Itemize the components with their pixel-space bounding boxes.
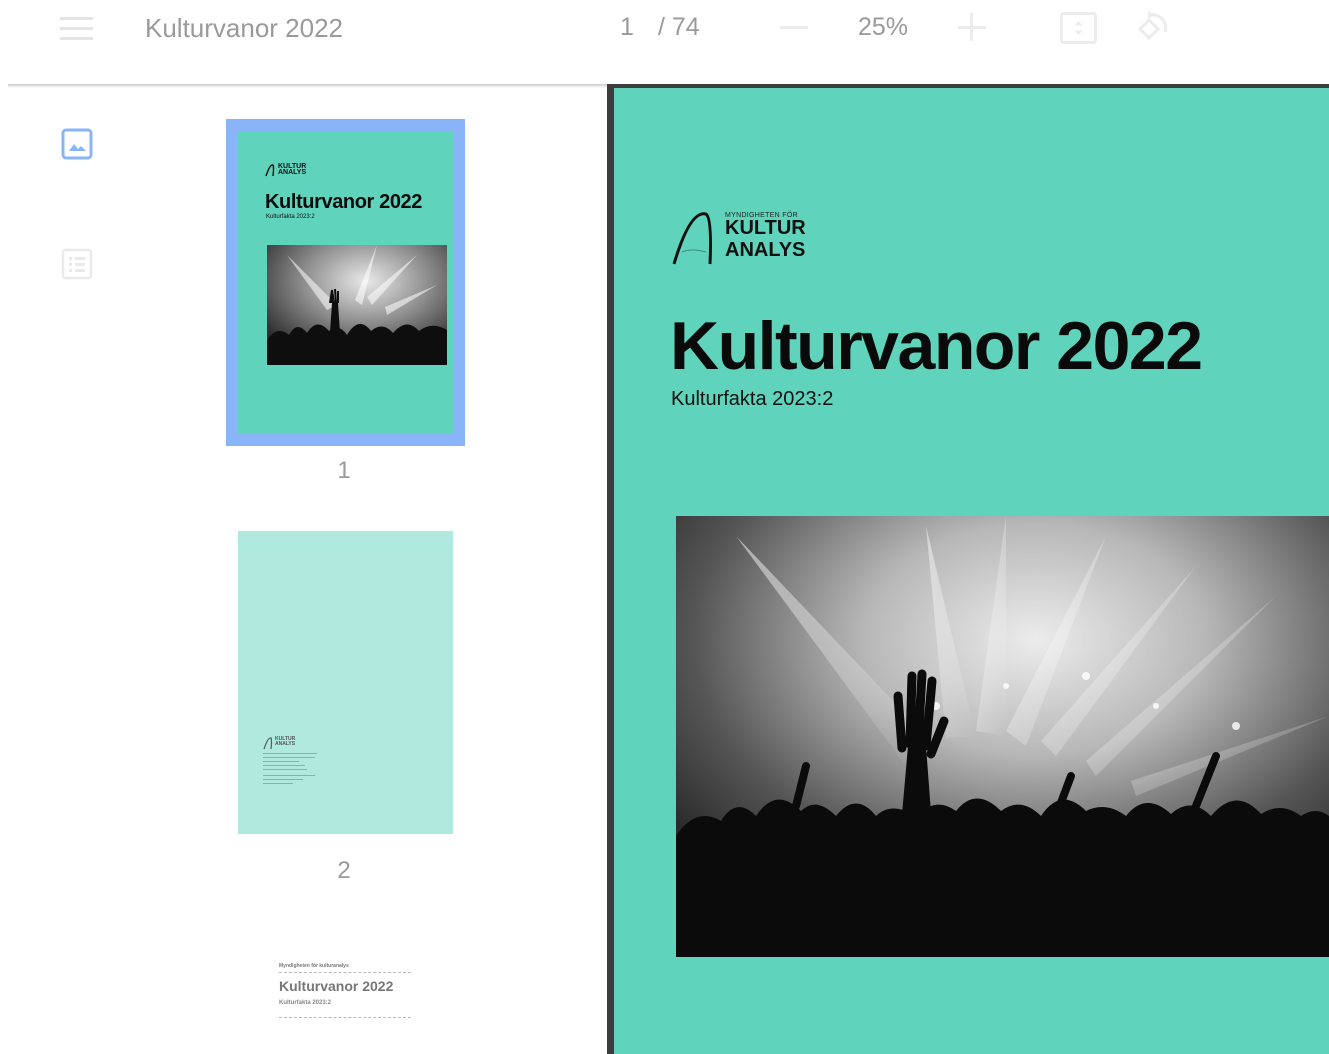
page-thumbnail-2[interactable]: KULTUR ANALYS <box>238 531 453 834</box>
cover-title: Kulturvanor 2022 <box>670 308 1203 384</box>
thumbnail-2-logo-text: KULTUR ANALYS <box>275 736 296 747</box>
thumbnail-subtitle: Kulturfakta 2023:2 <box>266 214 315 220</box>
fit-to-page-icon[interactable] <box>1060 12 1097 44</box>
zoom-level[interactable]: 25% <box>858 12 908 42</box>
page-thumbnail-3[interactable]: Myndigheten för kulturanalys Kulturvanor… <box>238 940 453 1054</box>
zoom-out-button[interactable] <box>780 26 808 29</box>
page-number-input[interactable] <box>610 12 644 42</box>
thumbnail-label-2: 2 <box>337 857 351 884</box>
thumbnail-label-1: 1 <box>337 457 351 484</box>
thumbnail-concert-photo <box>267 245 447 365</box>
thumbnail-3-subtitle: Kulturfakta 2023:2 <box>279 1000 332 1006</box>
hamburger-menu-icon[interactable] <box>60 15 93 41</box>
main-page-cover[interactable]: MYNDIGHETEN FÖR KULTUR ANALYS Kulturvano… <box>614 88 1329 1054</box>
zoom-in-button[interactable] <box>958 13 986 41</box>
thumbnail-3-agency: Myndigheten för kulturanalys <box>279 963 349 969</box>
toolbar: Kulturvanor 2022 / 74 25% <box>0 0 1329 84</box>
document-title: Kulturvanor 2022 <box>145 13 344 43</box>
page-total: / 74 <box>658 13 700 41</box>
rotate-icon[interactable] <box>1132 10 1170 46</box>
cover-subtitle: Kulturfakta 2023:2 <box>671 388 834 410</box>
logo-kultur-text: KULTUR <box>725 217 806 239</box>
logo-analys-text: ANALYS <box>725 239 806 261</box>
thumbnail-title: Kulturvanor 2022 <box>265 191 422 213</box>
thumbnail-page-cover: KULTUR ANALYS Kulturvanor 2022 Kulturfak… <box>238 131 453 434</box>
page-thumbnail-1[interactable]: KULTUR ANALYS Kulturvanor 2022 Kulturfak… <box>226 119 465 446</box>
thumbnail-logo-text: KULTUR ANALYS <box>278 163 307 176</box>
logo-icon <box>265 164 275 177</box>
list-icon[interactable] <box>61 248 93 280</box>
thumbnail-3-title: Kulturvanor 2022 <box>279 978 394 994</box>
concert-photo <box>676 516 1329 957</box>
image-icon[interactable] <box>61 128 93 160</box>
